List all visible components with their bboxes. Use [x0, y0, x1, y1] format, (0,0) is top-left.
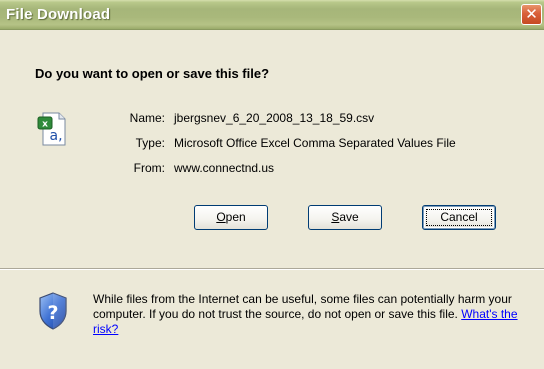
file-type-row: Type: Microsoft Office Excel Comma Separ… [0, 136, 544, 152]
save-button[interactable]: Save [308, 205, 382, 230]
divider [0, 268, 544, 270]
warning-text: While files from the Internet can be use… [93, 292, 512, 321]
save-label-rest: ave [339, 210, 359, 224]
file-name-value: jbergsnev_6_20_2008_13_18_59.csv [174, 111, 375, 125]
file-from-row: From: www.connectnd.us [0, 161, 544, 177]
cancel-button[interactable]: Cancel [422, 205, 496, 230]
file-download-dialog: File Download ✕ Do you want to open or s… [0, 0, 544, 369]
file-from-value: www.connectnd.us [174, 161, 275, 175]
cancel-label: Cancel [440, 210, 478, 224]
title-bar[interactable]: File Download ✕ [0, 0, 544, 30]
file-type-value: Microsoft Office Excel Comma Separated V… [174, 136, 456, 150]
file-name-row: Name: jbergsnev_6_20_2008_13_18_59.csv [0, 111, 544, 127]
file-from-label: From: [133, 161, 165, 175]
open-button[interactable]: Open [194, 205, 268, 230]
security-shield-question-icon: ? [39, 292, 67, 330]
security-warning: While files from the Internet can be use… [93, 292, 533, 337]
close-button[interactable]: ✕ [521, 4, 542, 25]
open-label-rest: pen [225, 210, 246, 224]
open-mnemonic: O [216, 210, 226, 224]
prompt-question: Do you want to open or save this file? [35, 66, 270, 81]
file-name-label: Name: [129, 111, 165, 125]
window-title: File Download [6, 6, 111, 23]
file-type-label: Type: [135, 136, 165, 150]
close-icon: ✕ [525, 5, 538, 23]
svg-text:?: ? [47, 302, 58, 324]
